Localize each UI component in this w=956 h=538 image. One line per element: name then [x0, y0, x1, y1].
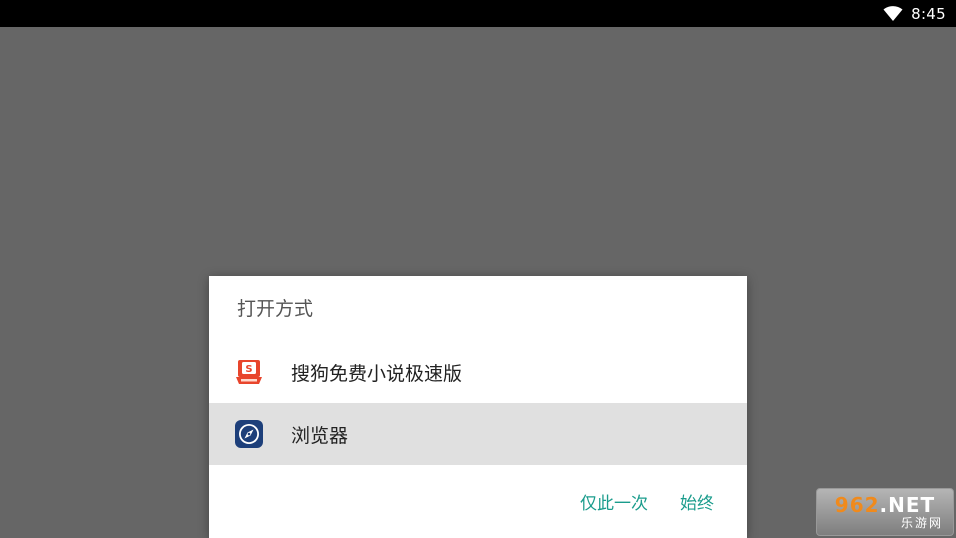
- app-label-browser: 浏览器: [291, 424, 349, 447]
- watermark-number: 962: [834, 493, 880, 517]
- app-option-sogou-novel[interactable]: S 搜狗免费小说极速版: [209, 341, 747, 403]
- site-watermark-logo: 962.NET 乐游网: [816, 488, 954, 536]
- dialog-actions: 仅此一次 始终: [564, 481, 747, 521]
- wifi-icon: [883, 5, 903, 21]
- status-time: 8:45: [911, 4, 946, 23]
- just-once-button[interactable]: 仅此一次: [564, 483, 664, 520]
- svg-text:S: S: [245, 364, 252, 375]
- watermark-bottom: 乐游网: [900, 516, 943, 530]
- status-indicators: 8:45: [883, 0, 946, 27]
- dialog-title: 打开方式: [237, 298, 314, 320]
- watermark-suffix: .NET: [879, 493, 936, 517]
- app-option-browser[interactable]: 浏览器: [209, 403, 747, 465]
- screen: 8:45 打开方式 S 搜狗免费小说极速版 浏览器 仅此一次 始终 962.NE…: [0, 0, 956, 538]
- status-bar: 8:45: [0, 0, 956, 27]
- open-with-dialog: 打开方式 S 搜狗免费小说极速版 浏览器 仅此一次 始终: [209, 276, 747, 538]
- watermark-top: 962.NET: [835, 494, 935, 516]
- sogou-novel-icon: S: [236, 360, 262, 384]
- always-button[interactable]: 始终: [664, 483, 730, 520]
- app-label-sogou-novel: 搜狗免费小说极速版: [291, 362, 463, 385]
- browser-compass-icon: [235, 420, 263, 448]
